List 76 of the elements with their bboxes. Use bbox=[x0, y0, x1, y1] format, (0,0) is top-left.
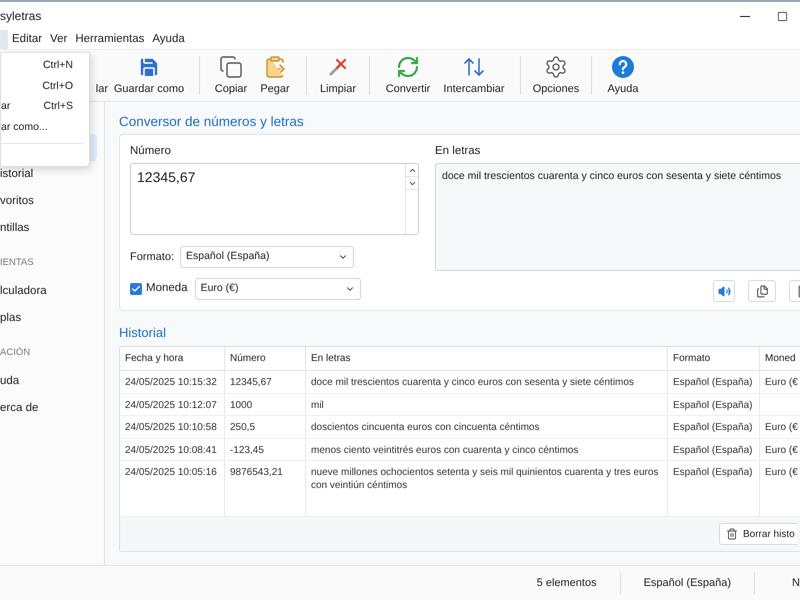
menu-item[interactable]: Editar bbox=[8, 30, 46, 49]
column-header: Número bbox=[230, 352, 266, 366]
copy-button[interactable] bbox=[748, 280, 776, 302]
sidebar-item[interactable]: plas bbox=[0, 305, 97, 332]
table-cell: -123,45 bbox=[230, 444, 264, 456]
maximize-icon bbox=[777, 10, 788, 22]
toolbar-button[interactable]: Opciones bbox=[530, 50, 582, 101]
status-text: Español (España) bbox=[642, 576, 732, 591]
checkbox[interactable] bbox=[130, 283, 142, 295]
speaker-icon bbox=[718, 284, 730, 298]
table-cell: nueve millones ochocientos setenta y seis mil quinientos cuarenta y tres euros con veintiún céntimos bbox=[311, 467, 658, 491]
trash-icon bbox=[726, 528, 738, 540]
column-header: Formato bbox=[673, 352, 710, 366]
clear-history-button[interactable]: Borrar histo bbox=[719, 523, 797, 545]
sidebar-section-header: IENTAS bbox=[0, 256, 34, 270]
table-cell: 24/05/2025 10:05:16 bbox=[125, 467, 217, 478]
checkbox-label: Moneda bbox=[146, 281, 188, 296]
speak-button[interactable] bbox=[713, 280, 735, 302]
table-cell: doscientos cincuenta euros con cincuenta céntimos bbox=[311, 422, 540, 433]
table-cell: Euro (€ bbox=[765, 444, 798, 456]
sidebar-item[interactable]: ntillas bbox=[0, 215, 97, 242]
refresh-icon bbox=[396, 55, 420, 79]
copy-icon bbox=[219, 55, 243, 79]
status-text: 5 elementos bbox=[536, 576, 598, 591]
table-cell: Español (España) bbox=[673, 400, 752, 410]
menu-item[interactable]: Ayuda bbox=[148, 30, 189, 49]
table-cell: Euro (€ bbox=[765, 377, 798, 388]
table-cell: menos ciento veintitrés euros con cuarenta y cinco céntimos bbox=[311, 444, 578, 456]
table-cell: Euro (€ bbox=[765, 422, 798, 433]
toolbar-button[interactable]: Convertir bbox=[379, 50, 437, 101]
words-output: doce mil trescientos cuarenta y cinco euros con sesenta y siete céntimos bbox=[435, 163, 800, 271]
table-cell: Español (España) bbox=[673, 422, 752, 433]
menu-entry[interactable]: ar como... bbox=[1, 118, 89, 138]
table-cell: 1000 bbox=[230, 400, 252, 410]
format-dropdown[interactable]: Español (España) bbox=[180, 246, 354, 268]
column-header: En letras bbox=[311, 352, 350, 366]
checkmark-icon bbox=[131, 284, 141, 294]
table-cell: Español (España) bbox=[673, 377, 752, 388]
table-cell: Español (España) bbox=[673, 444, 752, 456]
copy-icon bbox=[756, 284, 768, 298]
sidebar-item[interactable]: uda bbox=[0, 368, 97, 395]
column-header: Moned bbox=[765, 352, 796, 366]
toolbar-button[interactable]: Guardar como bbox=[108, 50, 190, 101]
field-label: En letras bbox=[435, 144, 482, 158]
table-cell: 24/05/2025 10:15:32 bbox=[125, 377, 217, 388]
toolbar-button[interactable]: Pegar bbox=[253, 50, 297, 101]
table-cell: 24/05/2025 10:08:41 bbox=[125, 444, 217, 456]
swap-icon bbox=[462, 55, 486, 79]
table-cell: mil bbox=[311, 400, 324, 410]
section-title: Historial bbox=[119, 325, 167, 341]
table-cell: doce mil trescientos cuarenta y cinco euros con sesenta y siete céntimos bbox=[311, 377, 634, 388]
table-cell: 9876543,21 bbox=[230, 467, 283, 478]
table-cell: 24/05/2025 10:12:07 bbox=[125, 400, 217, 410]
section-title: Conversor de números y letras bbox=[119, 114, 305, 130]
menu-item[interactable]: Ver bbox=[46, 30, 72, 49]
table-cell: Español (España) bbox=[673, 467, 752, 478]
toolbar-button[interactable]: Intercambiar bbox=[437, 50, 511, 101]
sidebar-item[interactable]: lculadora bbox=[0, 278, 97, 305]
status-text: N bbox=[791, 576, 800, 591]
toolbar-button[interactable]: Ayuda bbox=[601, 50, 645, 101]
table-cell: 24/05/2025 10:10:58 bbox=[125, 422, 217, 433]
currency-dropdown[interactable]: Euro (€) bbox=[194, 278, 361, 300]
settings-icon bbox=[544, 55, 568, 79]
sidebar-section-header: ACIÓN bbox=[0, 346, 30, 360]
field-label: Número bbox=[130, 144, 172, 158]
toolbar-button[interactable]: Limpiar bbox=[316, 50, 360, 101]
menu-item[interactable]: Herramientas bbox=[71, 30, 148, 49]
column-header: Fecha y hora bbox=[125, 352, 184, 366]
sidebar-item[interactable]: voritos bbox=[0, 188, 97, 215]
toolbar-button[interactable]: Copiar bbox=[209, 50, 253, 101]
table-cell: Euro (€ bbox=[765, 467, 798, 478]
window-title: syletras bbox=[0, 8, 42, 25]
sidebar-item[interactable]: erca de bbox=[0, 395, 97, 422]
help-icon bbox=[611, 55, 635, 79]
table-cell: 12345,67 bbox=[230, 377, 272, 388]
table-cell: 250,5 bbox=[230, 422, 256, 433]
